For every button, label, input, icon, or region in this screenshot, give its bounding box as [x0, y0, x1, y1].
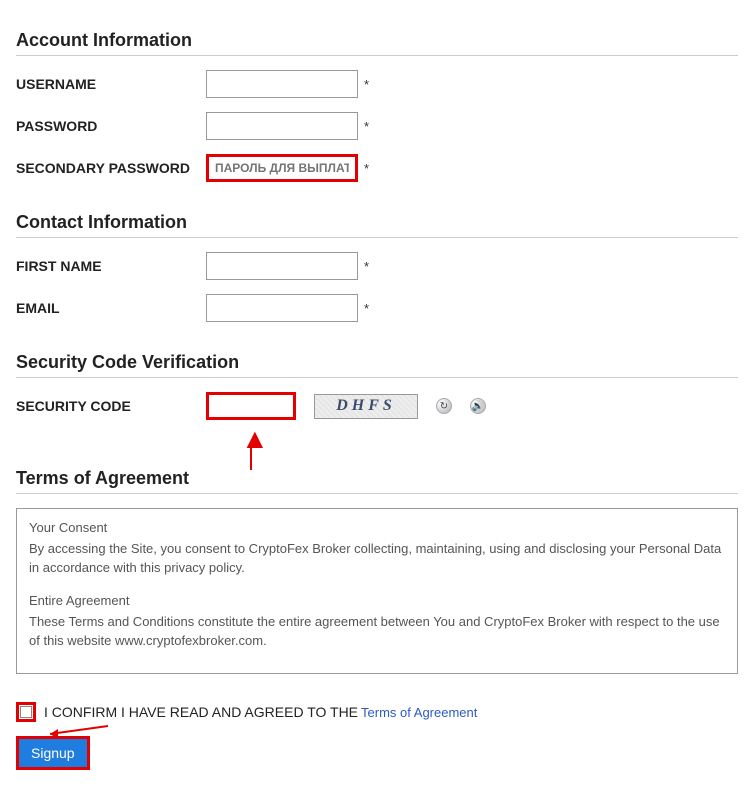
first-name-label: FIRST NAME [16, 258, 206, 274]
confirm-label: I CONFIRM I HAVE READ AND AGREED TO THE [44, 704, 358, 720]
confirm-row: I CONFIRM I HAVE READ AND AGREED TO THE … [16, 702, 738, 722]
terms-p1-title: Your Consent [29, 519, 725, 538]
secondary-password-row: SECONDARY PASSWORD * [16, 154, 738, 182]
security-code-row: SECURITY CODE DHFS ↻ 🔊 [16, 392, 738, 420]
secondary-password-label: SECONDARY PASSWORD [16, 160, 206, 176]
required-asterisk: * [364, 301, 369, 316]
security-code-label: SECURITY CODE [16, 398, 206, 414]
captcha-row: DHFS ↻ 🔊 [206, 392, 486, 420]
account-info-title: Account Information [16, 30, 738, 51]
password-label: PASSWORD [16, 118, 206, 134]
required-asterisk: * [364, 77, 369, 92]
email-label: EMAIL [16, 300, 206, 316]
divider [16, 55, 738, 56]
required-asterisk: * [364, 119, 369, 134]
first-name-row: FIRST NAME * [16, 252, 738, 280]
required-asterisk: * [364, 161, 369, 176]
username-input[interactable] [206, 70, 358, 98]
username-row: USERNAME * [16, 70, 738, 98]
divider [16, 377, 738, 378]
contact-info-title: Contact Information [16, 212, 738, 233]
terms-p1: By accessing the Site, you consent to Cr… [29, 540, 725, 578]
highlight-arrow-icon: ▲ [241, 428, 261, 450]
terms-textarea[interactable]: Your Consent By accessing the Site, you … [16, 508, 738, 674]
terms-p2-title: Entire Agreement [29, 592, 725, 611]
terms-link[interactable]: Terms of Agreement [361, 705, 477, 720]
confirm-checkbox[interactable] [16, 702, 36, 722]
password-row: PASSWORD * [16, 112, 738, 140]
highlight-arrow-icon [48, 724, 118, 746]
required-asterisk: * [364, 259, 369, 274]
username-label: USERNAME [16, 76, 206, 92]
secondary-password-input[interactable] [206, 154, 358, 182]
security-code-title: Security Code Verification [16, 352, 738, 373]
email-row: EMAIL * [16, 294, 738, 322]
refresh-captcha-icon[interactable]: ↻ [436, 398, 452, 414]
divider [16, 493, 738, 494]
captcha-image: DHFS [314, 394, 418, 419]
checkbox-inner [20, 706, 32, 718]
password-input[interactable] [206, 112, 358, 140]
terms-p2: These Terms and Conditions constitute th… [29, 613, 725, 651]
first-name-input[interactable] [206, 252, 358, 280]
email-input[interactable] [206, 294, 358, 322]
terms-title: Terms of Agreement [16, 468, 738, 489]
security-code-input[interactable] [206, 392, 296, 420]
audio-captcha-icon[interactable]: 🔊 [470, 398, 486, 414]
divider [16, 237, 738, 238]
